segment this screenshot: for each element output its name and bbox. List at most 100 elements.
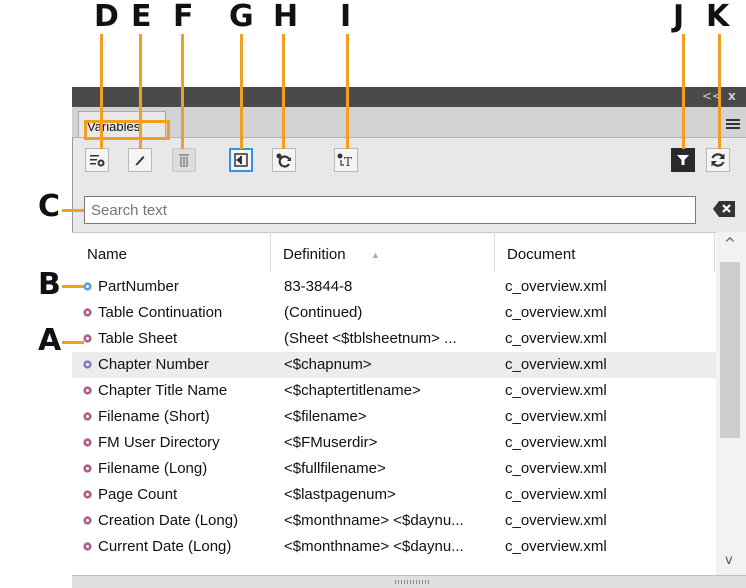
edit-variable-icon: [135, 156, 145, 166]
table-row[interactable]: Creation Date (Long) <$monthname> <$daynu…: [72, 508, 716, 534]
cell-definition: <$monthname> <$daynu...: [284, 512, 464, 529]
insert-variable-button[interactable]: [85, 148, 109, 172]
callout-d: D: [94, 0, 119, 34]
cell-definition: <$lastpagenum>: [284, 486, 396, 503]
delete-variable-button[interactable]: [172, 148, 196, 172]
cell-document: c_overview.xml: [505, 460, 607, 477]
cell-definition: <$fullfilename>: [284, 460, 386, 477]
leader-line-i: [346, 34, 349, 149]
update-variables-button[interactable]: [272, 148, 296, 172]
scroll-down-icon[interactable]: v: [725, 553, 733, 568]
cell-document: c_overview.xml: [505, 278, 607, 295]
callout-j: J: [673, 0, 685, 34]
variable-gear-icon: [83, 438, 92, 447]
column-divider[interactable]: [714, 232, 715, 272]
cell-definition: <$chaptertitlename>: [284, 382, 421, 399]
table-row[interactable]: PartNumber 83-3844-8 c_overview.xml: [72, 274, 716, 300]
variable-gear-icon: [83, 464, 92, 473]
callout-h: H: [273, 0, 299, 34]
convert-table-to-text-icon: T: [337, 153, 352, 168]
cell-name: FM User Directory: [98, 434, 220, 451]
cell-document: c_overview.xml: [505, 434, 607, 451]
table-row[interactable]: Table Continuation (Continued) c_overview.…: [72, 300, 716, 326]
cell-definition: <$chapnum>: [284, 356, 372, 373]
cell-document: c_overview.xml: [505, 538, 607, 555]
convert-table-to-text-button[interactable]: T: [334, 148, 358, 172]
insert-variable-icon: [90, 155, 105, 167]
leader-line-b: [62, 285, 84, 288]
cell-document: c_overview.xml: [505, 304, 607, 321]
cell-definition: (Sheet <$tblsheetnum> ...: [284, 330, 457, 347]
panel-title-bar: << x: [72, 87, 746, 107]
table-row[interactable]: Filename (Long) <$fullfilename> c_overview…: [72, 456, 716, 482]
tab-row: [72, 107, 746, 138]
cell-document: c_overview.xml: [505, 330, 607, 347]
variable-gear-icon: [83, 360, 92, 369]
callout-k: K: [706, 0, 730, 34]
callout-f: F: [173, 0, 194, 34]
callout-b: B: [38, 267, 61, 302]
cell-document: c_overview.xml: [505, 408, 607, 425]
panel-menu-icon[interactable]: [726, 119, 740, 129]
cell-name: Current Date (Long): [98, 538, 232, 555]
leader-box-tab: [84, 120, 170, 140]
leader-line-k: [718, 34, 721, 149]
filter-icon: [677, 155, 689, 165]
resize-grip-icon[interactable]: [395, 580, 429, 584]
cell-name: PartNumber: [98, 278, 179, 295]
leader-line-j: [682, 34, 685, 149]
convert-to-text-icon: [234, 153, 248, 167]
convert-to-text-button[interactable]: [229, 148, 253, 172]
callout-a: A: [38, 323, 62, 358]
cell-name: Page Count: [98, 486, 178, 503]
column-header-name[interactable]: Name: [87, 232, 127, 272]
table-row[interactable]: Page Count <$lastpagenum> c_overview.xml: [72, 482, 716, 508]
leader-line-f: [181, 34, 184, 149]
cell-definition: (Continued): [284, 304, 363, 321]
table-row[interactable]: Chapter Number <$chapnum> c_overview.xml: [72, 352, 716, 378]
cell-name: Chapter Number: [98, 356, 209, 373]
cell-definition: 83-3844-8: [284, 278, 353, 295]
table-row[interactable]: Current Date (Long) <$monthname> <$daynu.…: [72, 534, 716, 560]
leader-line-g: [240, 34, 243, 149]
refresh-button[interactable]: [706, 148, 730, 172]
clear-search-button[interactable]: [712, 200, 736, 218]
cell-name: Filename (Short): [98, 408, 210, 425]
cell-document: c_overview.xml: [505, 512, 607, 529]
table-row[interactable]: Filename (Short) <$filename> c_overview.xm…: [72, 404, 716, 430]
cell-name: Creation Date (Long): [98, 512, 239, 529]
column-header-document[interactable]: Document: [507, 232, 575, 272]
leader-line-a: [62, 341, 84, 344]
column-header-definition[interactable]: Definition: [283, 232, 346, 272]
cell-definition: <$monthname> <$daynu...: [284, 538, 464, 555]
filter-button[interactable]: [671, 148, 695, 172]
callout-g: G: [229, 0, 254, 34]
variable-gear-icon: [83, 386, 92, 395]
clear-search-icon: [713, 201, 735, 217]
cell-name: Chapter Title Name: [98, 382, 228, 399]
cell-definition: <$filename>: [284, 408, 367, 425]
callout-c: C: [38, 189, 61, 224]
column-divider[interactable]: [270, 232, 271, 272]
variable-gear-icon: [83, 516, 92, 525]
leader-line-c: [62, 209, 84, 212]
delete-variable-icon: [179, 154, 189, 167]
cell-document: c_overview.xml: [505, 382, 607, 399]
table-row[interactable]: Table Sheet (Sheet <$tblsheetnum> ... c_ov…: [72, 326, 716, 352]
refresh-icon: [711, 153, 725, 167]
variable-gear-icon: [83, 308, 92, 317]
scrollbar-thumb[interactable]: [720, 262, 740, 438]
update-variables-icon: [276, 153, 291, 168]
svg-text:T: T: [344, 155, 352, 168]
scroll-up-icon[interactable]: ^: [724, 236, 736, 252]
column-divider[interactable]: [494, 232, 495, 272]
close-icon[interactable]: x: [728, 89, 736, 103]
search-input[interactable]: [84, 196, 696, 224]
edit-variable-button[interactable]: [128, 148, 152, 172]
variable-gear-icon: [83, 542, 92, 551]
cell-name: Table Sheet: [98, 330, 178, 347]
variable-gear-icon: [83, 412, 92, 421]
cell-definition: <$FMuserdir>: [284, 434, 378, 451]
table-row[interactable]: Chapter Title Name <$chaptertitlename> c_o…: [72, 378, 716, 404]
table-row[interactable]: FM User Directory <$FMuserdir> c_overview.…: [72, 430, 716, 456]
